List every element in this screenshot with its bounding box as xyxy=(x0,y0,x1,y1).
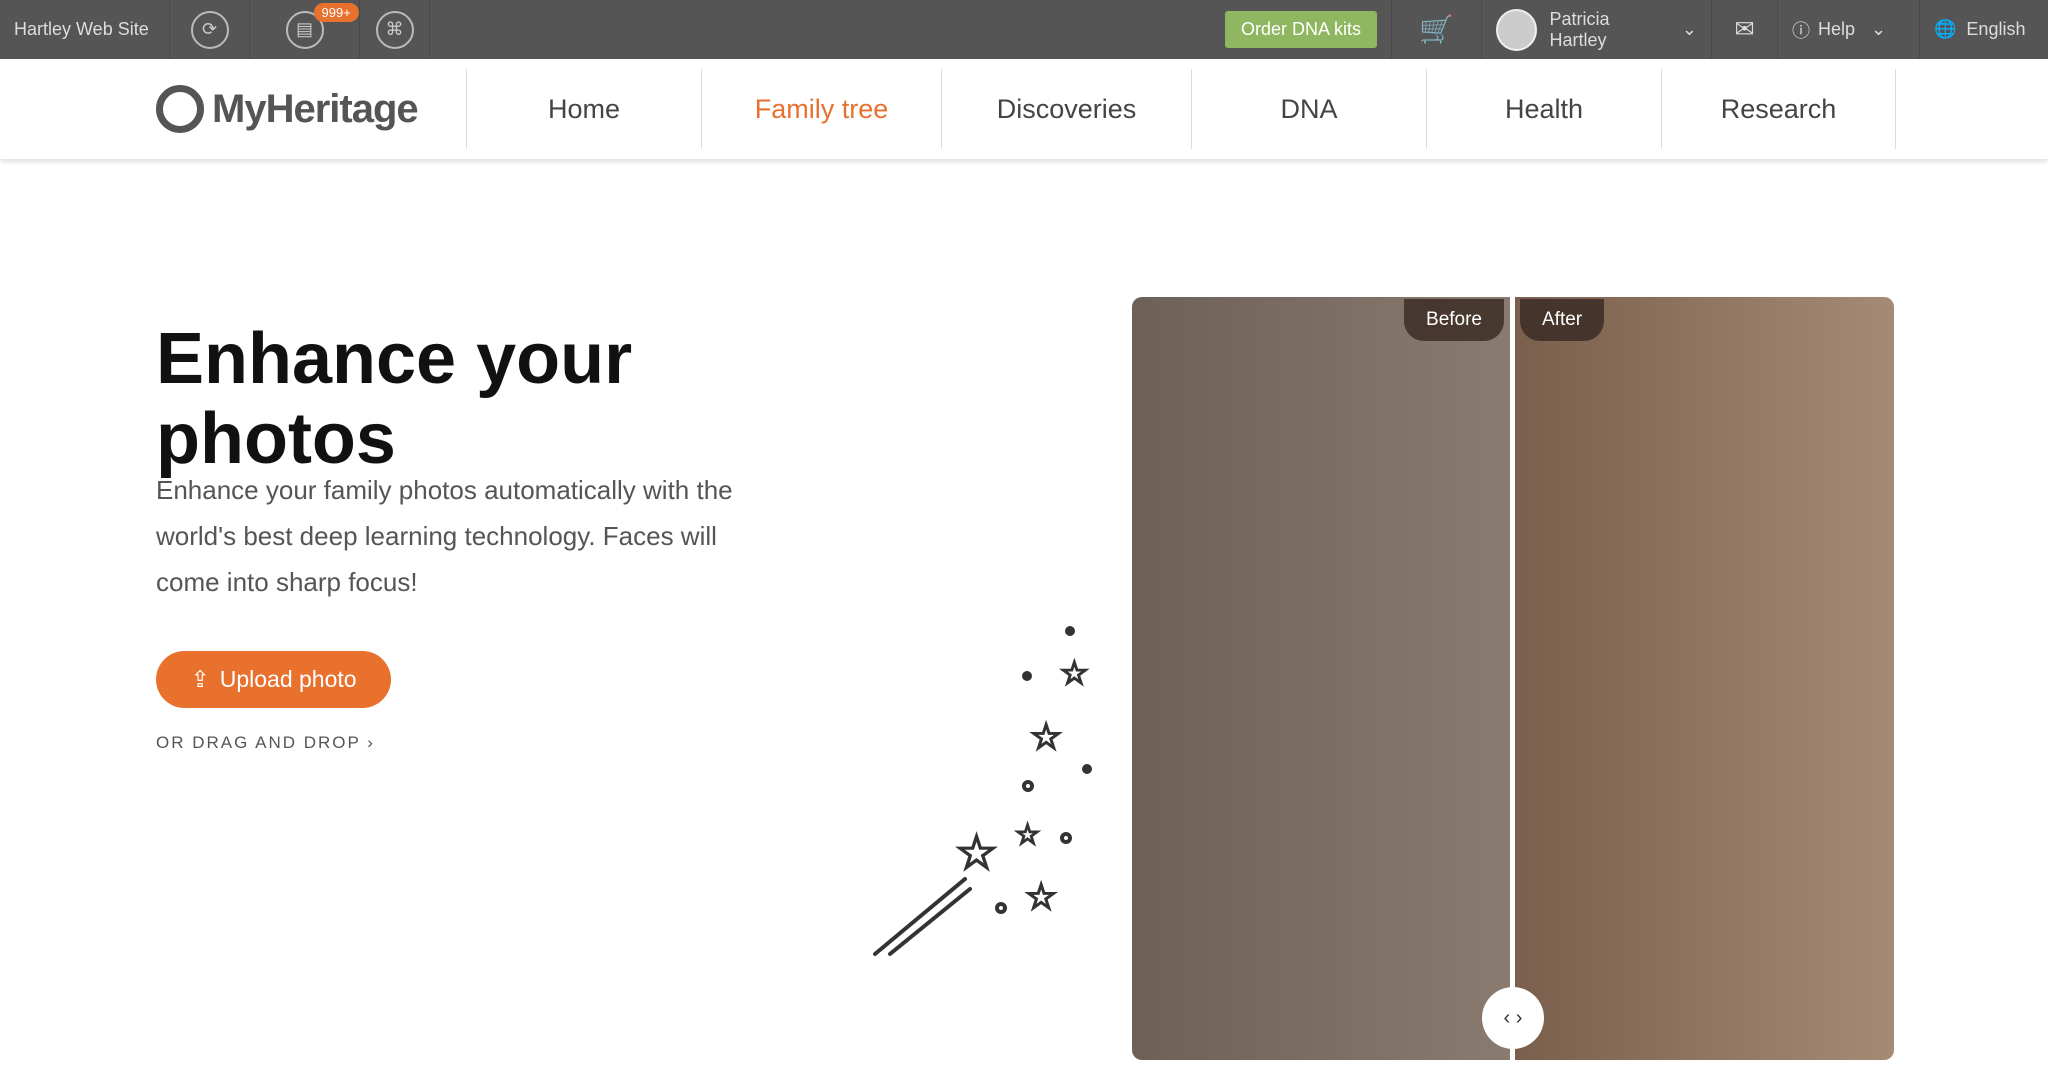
magic-wand-illustration: ☆ ☆ ☆ ☆ ☆ xyxy=(873,626,1092,956)
sparkle-dot xyxy=(1065,626,1075,636)
logo[interactable]: MyHeritage xyxy=(156,85,466,133)
dna-icon[interactable]: ⌘ xyxy=(375,10,414,49)
upload-photo-button[interactable]: ⇪ Upload photo xyxy=(156,651,391,708)
globe-icon: 🌐 xyxy=(1934,19,1957,39)
logo-text: MyHeritage xyxy=(212,86,419,131)
main-nav: MyHeritage Home Family tree Discoveries … xyxy=(0,59,2048,159)
top-bar: Hartley Web Site ⟳ ▤ 999+ ⌘ Order DNA kit… xyxy=(0,0,2048,59)
chevron-down-icon: ⌄ xyxy=(1871,19,1887,39)
star-icon: ☆ xyxy=(1060,655,1089,691)
help-icon: ⓘ xyxy=(1792,20,1810,41)
site-name-link[interactable]: Hartley Web Site xyxy=(0,0,170,59)
compare-divider[interactable] xyxy=(1510,297,1515,1060)
sparkle-dot xyxy=(1082,764,1092,774)
star-icon: ☆ xyxy=(955,827,998,880)
upload-label: Upload photo xyxy=(219,666,357,692)
user-menu[interactable]: Patricia Hartley ⌄ xyxy=(1482,0,1712,59)
hero-description: Enhance your family photos automatically… xyxy=(156,475,733,597)
mail-icon[interactable]: ✉ xyxy=(1712,0,1778,59)
chevron-down-icon: ⌄ xyxy=(1681,19,1697,39)
sparkle-dot xyxy=(1022,671,1032,681)
chevron-left-right-icon: ‹ › xyxy=(1503,1006,1523,1029)
user-name: Patricia Hartley xyxy=(1549,8,1610,50)
drag-label: OR DRAG AND DROP xyxy=(156,733,361,752)
star-icon: ☆ xyxy=(1015,819,1040,850)
cart-icon[interactable]: 🛒 xyxy=(1392,0,1482,59)
after-label: After xyxy=(1520,299,1605,341)
hero: Enhance your photos Enhance your family … xyxy=(0,159,2048,1087)
page-title: Enhance your photos xyxy=(156,319,633,479)
nav-family-tree[interactable]: Family tree xyxy=(701,69,941,149)
help-label: Help xyxy=(1818,19,1856,39)
site-name: Hartley Web Site xyxy=(14,19,149,39)
sync-icon[interactable]: ⟳ xyxy=(190,10,229,49)
before-after-photo[interactable]: Before After ‹ › xyxy=(1132,297,1894,1060)
star-icon: ☆ xyxy=(1025,876,1057,917)
star-icon: ☆ xyxy=(1030,716,1062,757)
nav-health[interactable]: Health xyxy=(1426,69,1661,149)
notification-badge: 999+ xyxy=(313,2,359,22)
before-label: Before xyxy=(1404,299,1504,341)
logo-icon xyxy=(156,85,204,133)
sparkle-dot xyxy=(1022,780,1034,792)
wand-icon xyxy=(873,877,972,956)
compare-slider-handle[interactable]: ‹ › xyxy=(1482,987,1544,1049)
nav-discoveries[interactable]: Discoveries xyxy=(941,69,1191,149)
sparkle-dot xyxy=(995,902,1007,914)
nav-research[interactable]: Research xyxy=(1661,69,1896,149)
inbox-icon[interactable]: ▤ 999+ xyxy=(285,2,359,49)
language-menu[interactable]: 🌐 English xyxy=(1920,0,2048,59)
help-menu[interactable]: ⓘ Help ⌄ xyxy=(1778,0,1920,59)
sparkle-dot xyxy=(1060,832,1072,844)
order-dna-kits-button[interactable]: Order DNA kits xyxy=(1224,11,1377,48)
chevron-right-icon: › xyxy=(367,733,375,752)
nav-dna[interactable]: DNA xyxy=(1191,69,1426,149)
avatar xyxy=(1496,8,1538,51)
upload-icon: ⇪ xyxy=(190,666,210,692)
drag-and-drop-link[interactable]: OR DRAG AND DROP › xyxy=(156,733,375,753)
nav-home[interactable]: Home xyxy=(466,69,701,149)
language-label: English xyxy=(1966,19,2026,39)
